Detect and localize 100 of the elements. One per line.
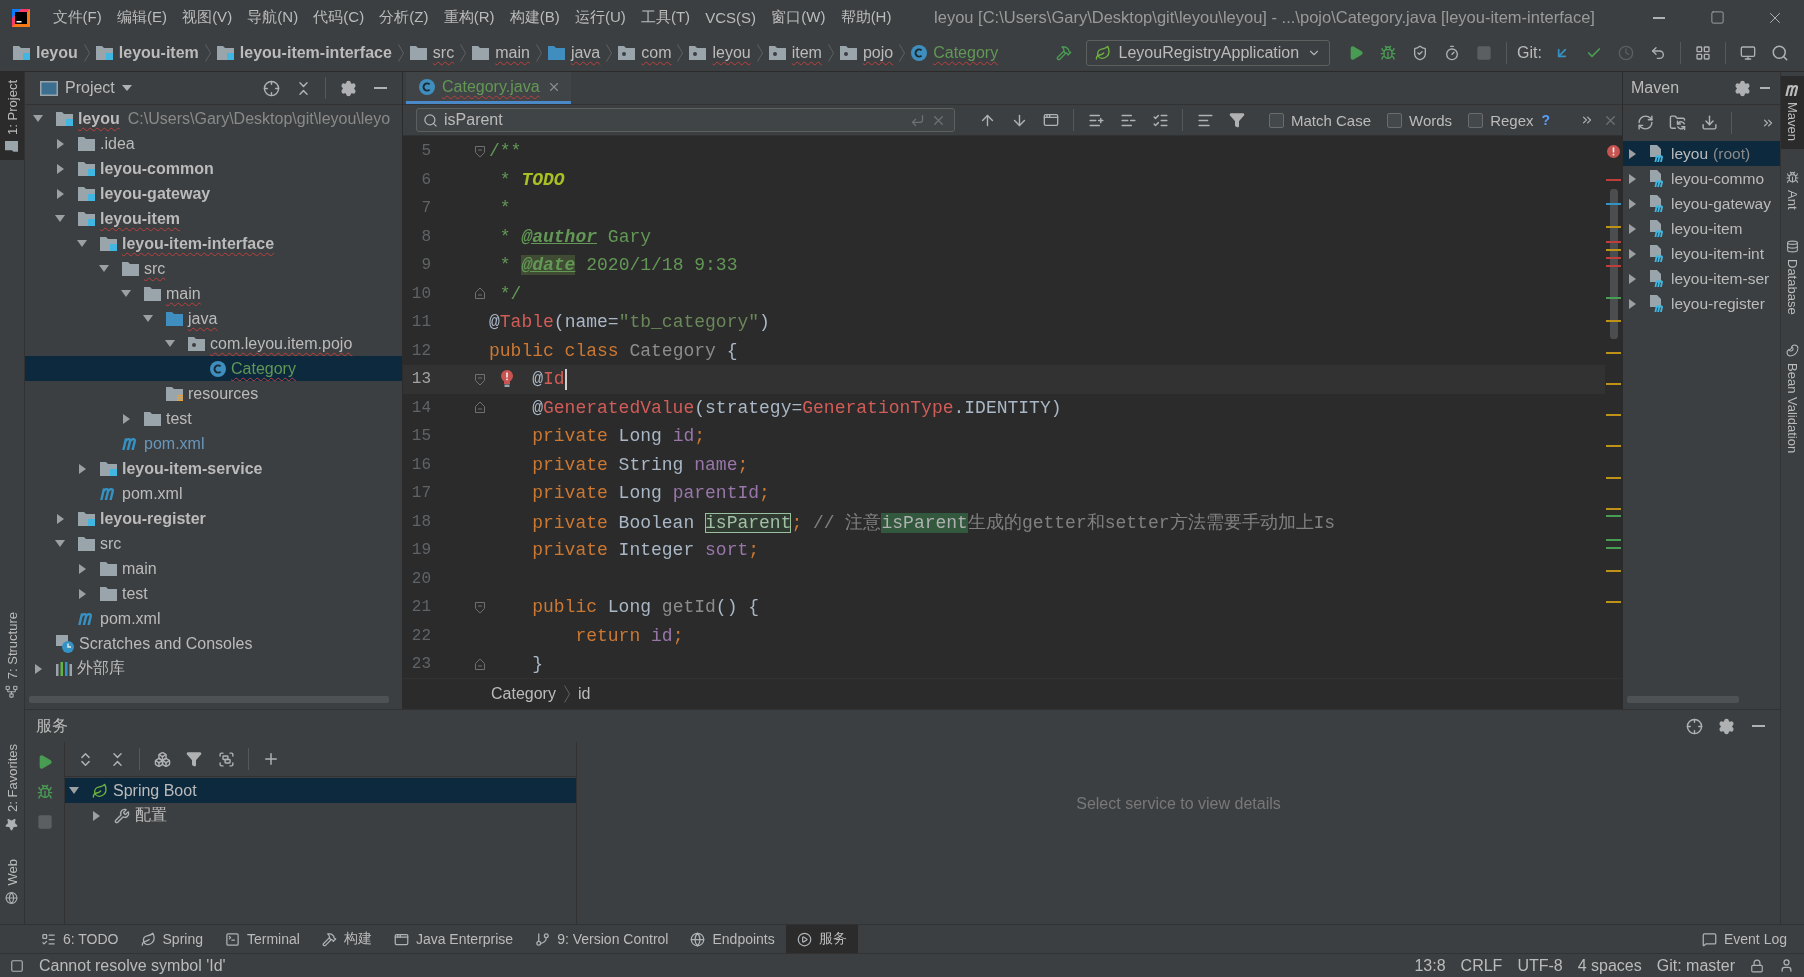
tree-arrow-icon[interactable] [1628, 198, 1636, 209]
tree-item[interactable]: resources [25, 381, 402, 406]
tree-item[interactable]: src [25, 531, 402, 556]
menu-item[interactable]: 帮助(H) [833, 0, 900, 35]
checkbox[interactable] [1468, 112, 1484, 128]
tool-window-tab[interactable]: Terminal [214, 925, 311, 953]
search-icon[interactable] [1771, 44, 1789, 62]
fold-marker-icon[interactable] [475, 402, 485, 414]
tool-window-tab[interactable]: 构建 [310, 925, 383, 953]
breadcrumb[interactable]: leyou [13, 40, 78, 66]
tree-arrow-icon[interactable] [69, 787, 79, 794]
minimize-icon[interactable] [373, 87, 387, 89]
tree-arrow-icon[interactable] [55, 215, 65, 222]
lock-icon[interactable] [1750, 958, 1764, 973]
tree-item[interactable]: java [25, 306, 402, 331]
stopwatch-icon[interactable] [1444, 45, 1461, 61]
status-item[interactable]: 13:8 [1414, 956, 1446, 975]
tree-item[interactable]: leyou-item-int [1623, 241, 1780, 266]
filter-icon[interactable] [1229, 112, 1245, 128]
tree-item[interactable]: leyou-item [1623, 216, 1780, 241]
tree-item[interactable]: src [25, 256, 402, 281]
tree-item[interactable]: leyou-item-interface [25, 231, 402, 256]
fold-marker-icon[interactable] [475, 145, 485, 157]
menu-item[interactable]: 文件(F) [45, 0, 110, 35]
tree-arrow-icon[interactable] [99, 265, 109, 272]
menu-item[interactable]: VCS(S) [697, 0, 764, 35]
tool-window-tab[interactable]: 服务 [785, 925, 858, 953]
shield-icon[interactable] [1412, 45, 1429, 61]
crosshair-icon[interactable] [262, 79, 280, 97]
tool-window-tab[interactable]: 6: TODO [30, 925, 130, 953]
tree-item[interactable]: 配置 [65, 803, 576, 828]
breadcrumb[interactable]: main [472, 40, 530, 66]
settings-icon[interactable] [339, 79, 357, 97]
maven-icon[interactable] [1784, 84, 1801, 96]
help-link[interactable]: ? [1541, 112, 1551, 128]
tool-window-button[interactable]: 2: Favorites [0, 735, 24, 839]
error-icon[interactable] [1607, 145, 1620, 158]
fold-marker-icon[interactable] [475, 658, 485, 670]
tree-item[interactable]: leyou-register [1623, 291, 1780, 316]
filter-icon[interactable] [186, 751, 202, 767]
tree-arrow-icon[interactable] [77, 240, 87, 247]
tool-window-tab[interactable]: Endpoints [679, 925, 786, 953]
tree-arrow-icon[interactable] [1628, 248, 1636, 259]
tree-arrow-icon[interactable] [165, 340, 175, 347]
error-bulb-icon[interactable] [501, 370, 513, 387]
tree-arrow-icon[interactable] [56, 188, 64, 199]
person-icon[interactable] [1779, 958, 1794, 973]
tree-item[interactable]: Category [25, 356, 402, 381]
tree-arrow-icon[interactable] [121, 290, 131, 297]
tree-item[interactable]: pom.xml [25, 606, 402, 631]
double-chevron-icon[interactable] [1580, 113, 1594, 127]
breadcrumb[interactable]: java [547, 40, 601, 66]
tree-arrow-icon[interactable] [78, 588, 86, 599]
tree-arrow-icon[interactable] [1628, 173, 1636, 184]
window-icon[interactable] [1043, 112, 1059, 128]
tool-window-tab[interactable]: Java Enterprise [382, 925, 525, 953]
status-item[interactable]: CRLF [1460, 956, 1503, 975]
tree-item[interactable]: leyou-item-service [25, 456, 402, 481]
undo-icon[interactable] [1650, 45, 1666, 61]
tree-arrow-icon[interactable] [92, 810, 100, 821]
menu-item[interactable]: 代码(C) [305, 0, 372, 35]
tree-arrow-icon[interactable] [1628, 273, 1636, 284]
tree-item[interactable]: pom.xml [25, 481, 402, 506]
tree-item[interactable]: leyou-item [25, 206, 402, 231]
tree-arrow-icon[interactable] [33, 115, 43, 122]
status-item[interactable]: 4 spaces [1577, 956, 1642, 975]
editor-tab[interactable]: Category.java [406, 72, 571, 104]
menu-item[interactable]: 导航(N) [239, 0, 306, 35]
run-configuration-dropdown[interactable]: LeyouRegistryApplication [1085, 40, 1331, 66]
fold-marker-icon[interactable] [475, 373, 485, 385]
tree-arrow-icon[interactable] [1628, 148, 1636, 159]
tree-item[interactable]: leyou C:\Users\Gary\Desktop\git\leyou\leyo [25, 106, 402, 131]
breadcrumb[interactable]: item [768, 40, 822, 66]
tree-item[interactable]: leyou-gateway [25, 181, 402, 206]
tool-window-button[interactable]: 7: Structure [0, 603, 24, 706]
tool-window-tab[interactable]: Spring [129, 925, 214, 953]
tree-item[interactable]: Spring Boot [65, 778, 576, 803]
tree-item[interactable]: leyou-item-ser [1623, 266, 1780, 291]
tree-arrow-icon[interactable] [56, 138, 64, 149]
menu-item[interactable]: 重构(R) [436, 0, 503, 35]
settings-icon[interactable] [1717, 717, 1735, 735]
tool-window-button[interactable]: Web [0, 850, 24, 912]
minimize-icon[interactable] [1751, 725, 1765, 727]
menu-item[interactable]: 窗口(W) [763, 0, 834, 35]
tree-arrow-icon[interactable] [78, 563, 86, 574]
status-item[interactable]: Git: master [1656, 956, 1735, 975]
menu-item[interactable]: 编辑(E) [109, 0, 175, 35]
tree-arrow-icon[interactable] [122, 413, 130, 424]
tree-arrow-icon[interactable] [143, 315, 153, 322]
bug-icon[interactable] [36, 784, 53, 800]
grid-icon[interactable] [1695, 45, 1711, 61]
monitor-icon[interactable] [1740, 45, 1756, 61]
view-dropdown[interactable]: Project [40, 79, 132, 97]
breadcrumb[interactable]: com [618, 40, 672, 66]
menu-item[interactable]: 工具(T) [633, 0, 698, 35]
tool-window-button[interactable]: 1: Project [0, 72, 24, 160]
breadcrumb[interactable]: leyou-item-interface [216, 40, 392, 66]
breadcrumb[interactable]: pojo [839, 40, 894, 66]
download-icon[interactable] [1700, 114, 1718, 131]
menu-item[interactable]: 分析(Z) [371, 0, 437, 35]
